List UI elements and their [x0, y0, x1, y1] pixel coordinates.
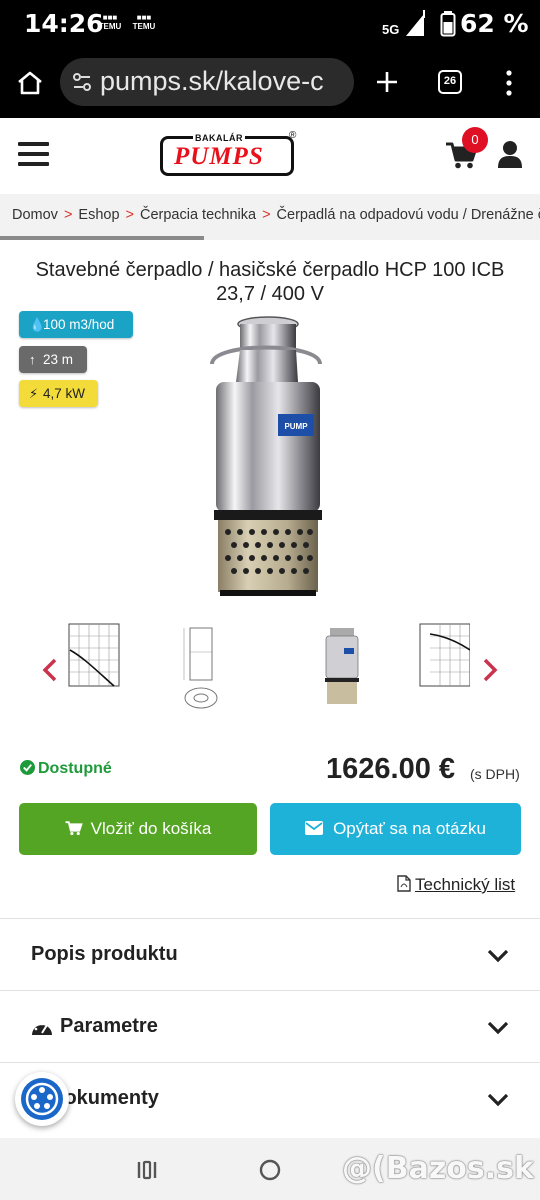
power-badge: ⚡ 4,7 kW — [19, 380, 98, 407]
product-main-image[interactable]: PUMP — [200, 312, 330, 598]
home-button-icon[interactable] — [259, 1159, 281, 1181]
breadcrumb-item-domov[interactable]: Domov — [12, 207, 58, 223]
clock: 14:26 — [24, 9, 104, 38]
home-icon[interactable] — [16, 70, 44, 96]
new-tab-icon[interactable] — [375, 70, 399, 94]
url-text[interactable]: pumps.sk/kalove-c — [100, 66, 324, 97]
chevron-right-icon[interactable] — [480, 657, 500, 683]
gauge-icon — [32, 1022, 52, 1035]
thumbnail-technical-drawing[interactable] — [176, 622, 228, 717]
thumbnail-curve-chart[interactable] — [68, 622, 120, 717]
browser-toolbar: pumps.sk/kalove-c 26 — [0, 48, 540, 118]
availability-status: Dostupné — [20, 760, 112, 778]
accordion-parameters[interactable]: Parametre — [0, 990, 540, 1062]
thumbnail-head-chart[interactable] — [418, 622, 470, 717]
network-type: 5G — [382, 22, 400, 37]
battery-icon — [440, 11, 456, 37]
bolt-icon: ⚡ — [29, 386, 39, 401]
chevron-down-icon — [487, 949, 509, 963]
drop-icon: 💧 — [29, 317, 46, 332]
tabs-icon[interactable]: 26 — [438, 70, 462, 94]
product-price: 1626.00 € — [326, 753, 456, 785]
ask-question-button[interactable]: Opýtať sa na otázku — [270, 803, 521, 855]
technical-sheet-link[interactable]: Technický list — [397, 875, 515, 895]
user-icon[interactable] — [498, 140, 522, 168]
cart-icon — [65, 821, 83, 836]
recent-apps-icon[interactable] — [136, 1160, 158, 1180]
breadcrumb-item-cerpadla[interactable]: Čerpadlá na odpadovú vodu / Drenážne čer… — [277, 207, 540, 223]
head-badge: ↑ 23 m — [19, 346, 87, 373]
registered-mark: ® — [289, 130, 297, 141]
breadcrumb-separator: > — [63, 207, 73, 223]
battery-percent: 62 % — [460, 9, 529, 38]
menu-icon[interactable] — [505, 70, 513, 96]
pump-label: PUMP — [284, 422, 308, 431]
breadcrumb-separator: > — [262, 207, 271, 223]
product-title: Stavebné čerpadlo / hasičské čerpadlo HC… — [35, 259, 505, 305]
logo-top-text: BAKALÁR — [193, 133, 245, 143]
logo-text[interactable]: PUMPS — [174, 143, 264, 171]
hamburger-menu-icon[interactable] — [18, 140, 49, 168]
address-bar[interactable]: pumps.sk/kalove-c — [60, 58, 354, 106]
accessibility-icon — [21, 1078, 63, 1120]
breadcrumb-item-eshop[interactable]: Eshop — [78, 207, 119, 223]
breadcrumb-item-cerpacia-technika[interactable]: Čerpacia technika — [140, 207, 256, 223]
envelope-icon — [305, 821, 324, 835]
notification-temu-icon: ■■■ TEMU — [98, 13, 122, 31]
watermark: @(Bazos.sk — [342, 1151, 534, 1186]
thumbnail-product-photo[interactable] — [316, 622, 368, 717]
chevron-left-icon[interactable] — [40, 657, 60, 683]
vat-note: (s DPH) — [470, 766, 520, 782]
breadcrumb-separator: > — [125, 207, 134, 223]
signal-icon — [406, 10, 425, 36]
accordion-product-description[interactable]: Popis produktu — [0, 918, 540, 990]
chevron-down-icon — [487, 1093, 509, 1107]
cart-count-badge[interactable]: 0 — [462, 127, 488, 153]
status-bar: 14:26 ■■■ TEMU ■■■ TEMU 5G 62 % — [0, 0, 540, 48]
pdf-file-icon — [397, 875, 411, 892]
accordion-documents[interactable]: Dokumenty — [0, 1062, 540, 1134]
site-settings-icon[interactable] — [72, 72, 92, 92]
add-to-cart-button[interactable]: Vložiť do košíka — [19, 803, 257, 855]
accessibility-button[interactable] — [15, 1072, 69, 1126]
notification-temu-icon: ■■■ TEMU — [132, 13, 156, 31]
breadcrumb-scrollbar[interactable] — [0, 236, 204, 240]
flow-badge: 💧100 m3/hod — [19, 311, 133, 338]
check-circle-icon — [20, 760, 35, 775]
chevron-down-icon — [487, 1021, 509, 1035]
arrow-up-icon: ↑ — [29, 352, 36, 367]
breadcrumb: Domov > Eshop > Čerpacia technika > Čerpadlá n… — [0, 194, 540, 240]
